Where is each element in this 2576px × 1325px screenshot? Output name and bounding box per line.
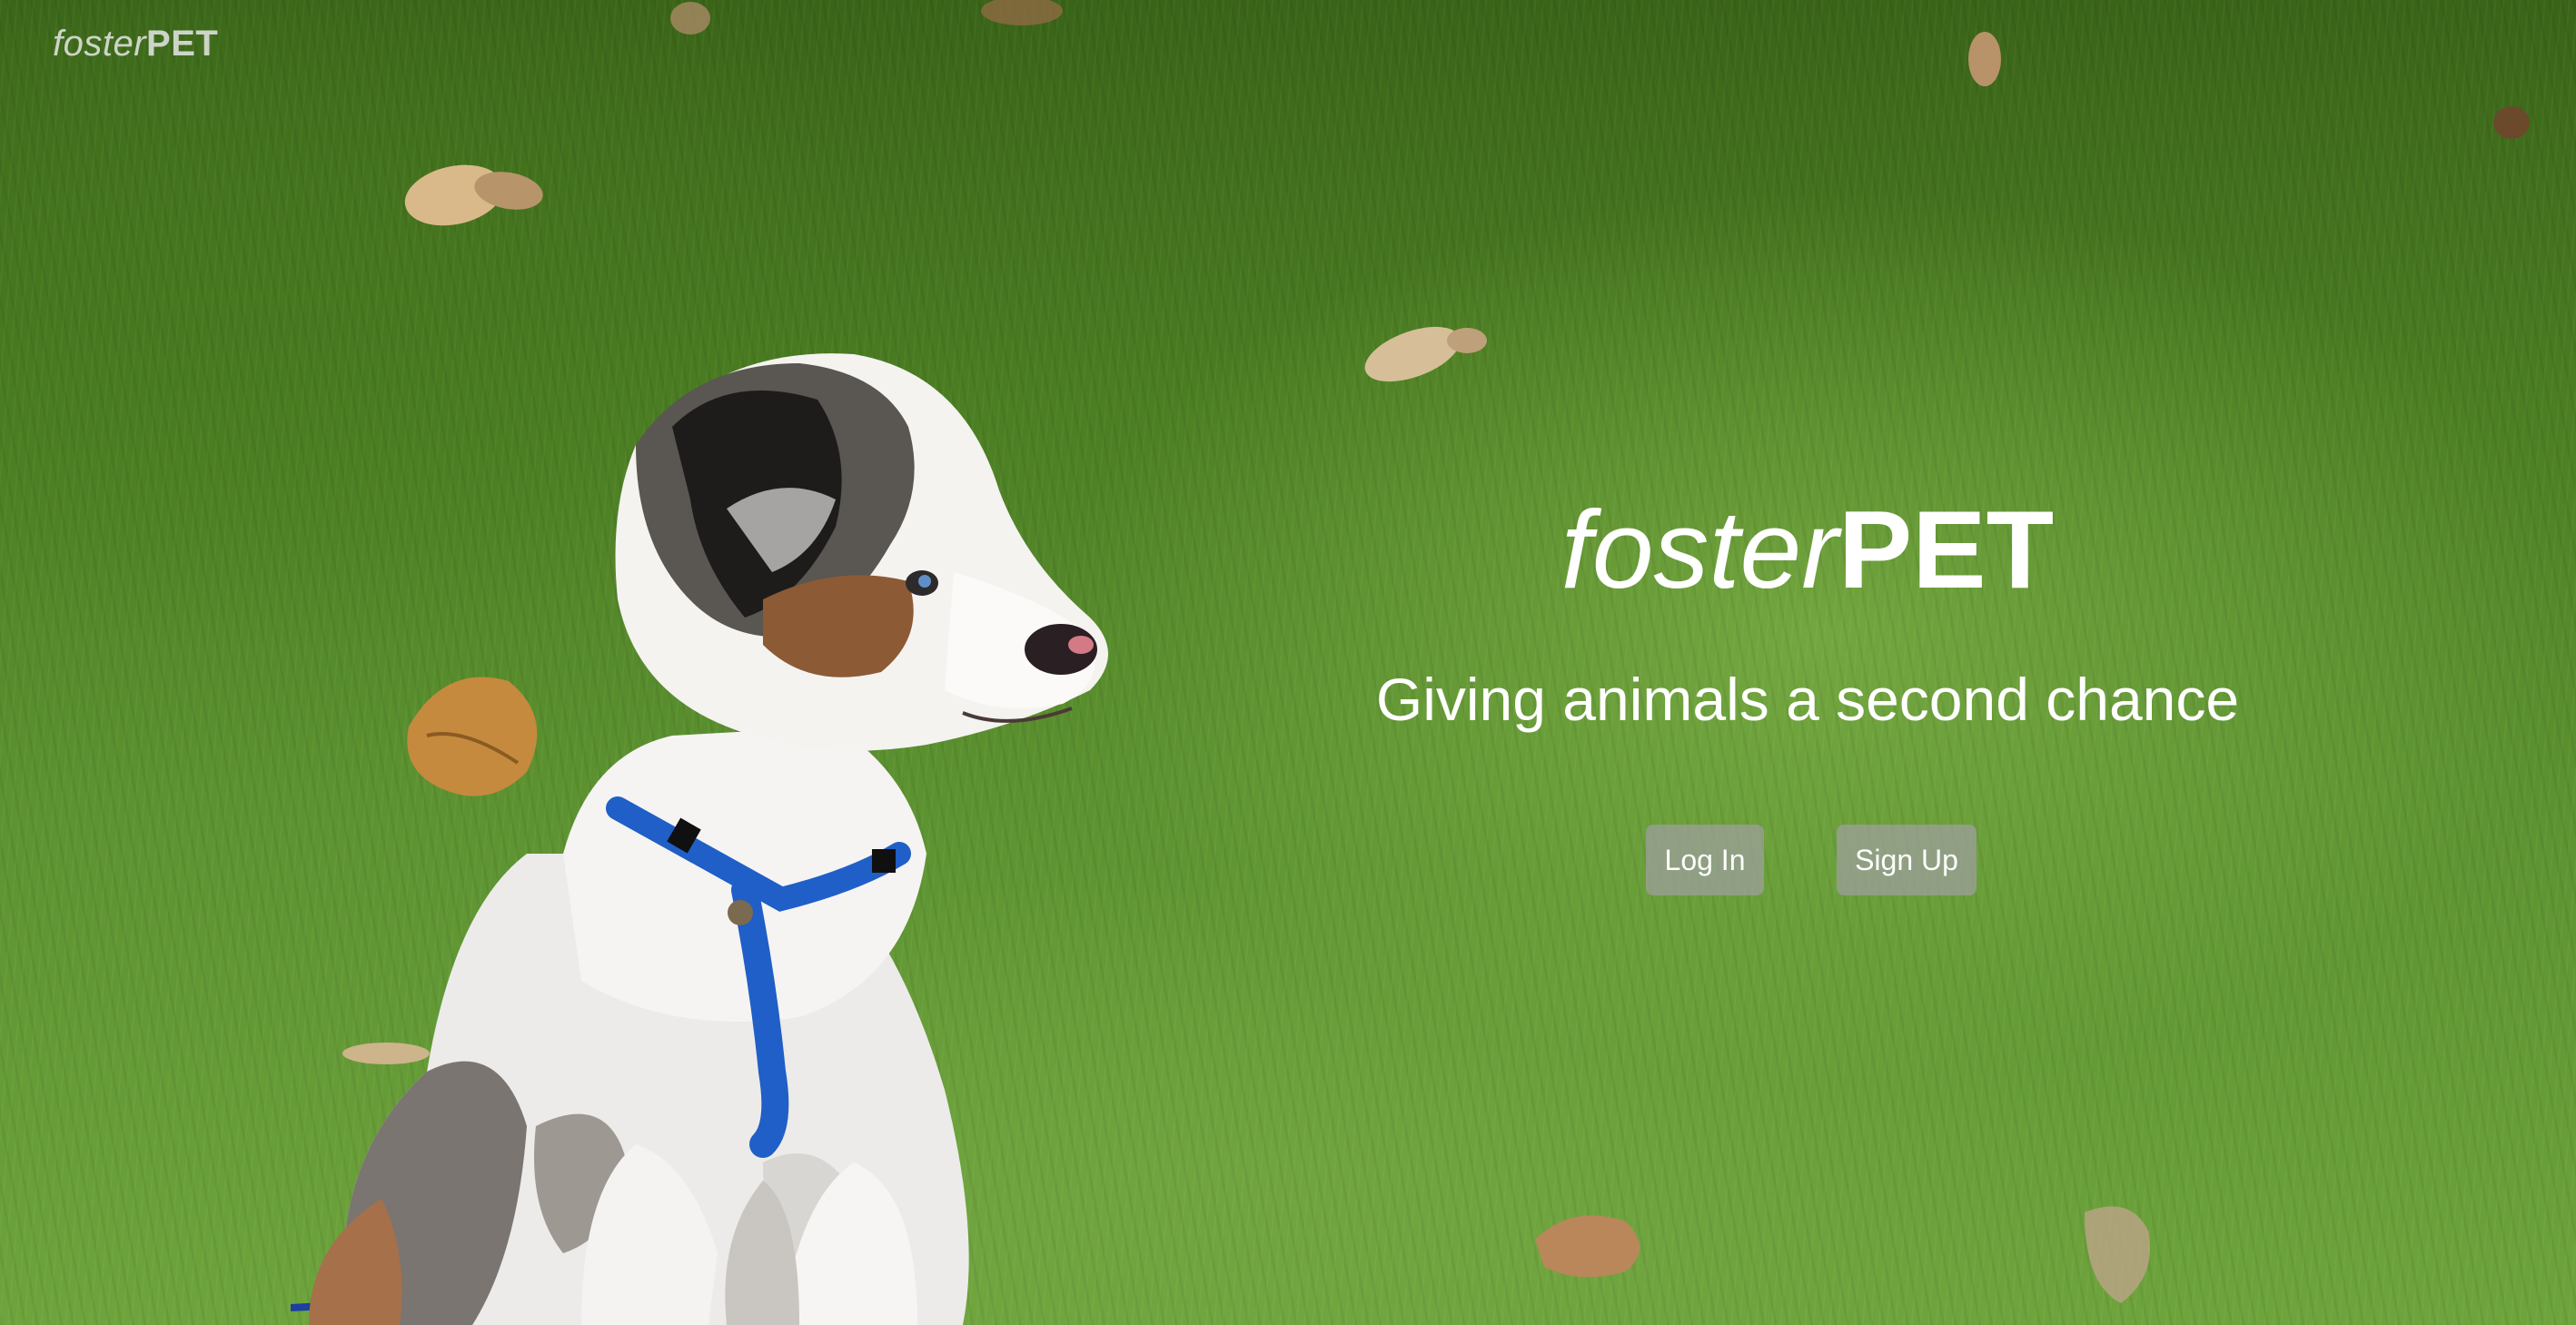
signup-button[interactable]: Sign Up — [1837, 825, 1977, 895]
hero-logo: fosterPET — [1244, 490, 2371, 608]
leaf-image — [1535, 1215, 1640, 1278]
hero-tagline: Giving animals a second chance — [1375, 666, 2240, 733]
hero-logo-bold: PET — [1838, 488, 2055, 611]
nav-logo-bold: PET — [146, 24, 219, 64]
nav-logo[interactable]: fosterPET — [53, 24, 218, 64]
login-button[interactable]: Log In — [1646, 825, 1764, 895]
leaf-image — [1364, 326, 1487, 382]
hero-content: fosterPET Giving animals a second chance — [1244, 490, 2371, 736]
leaf-image — [404, 164, 543, 226]
leaf-image — [981, 0, 1063, 25]
leaf-image — [2085, 1206, 2150, 1303]
hero-logo-italic: foster — [1560, 488, 1838, 611]
leaf-image — [1968, 32, 2001, 86]
auth-buttons: Log In Sign Up — [0, 825, 2576, 895]
nav-logo-italic: foster — [53, 24, 147, 64]
leaf-image — [2493, 106, 2530, 139]
leaf-image — [670, 2, 710, 35]
